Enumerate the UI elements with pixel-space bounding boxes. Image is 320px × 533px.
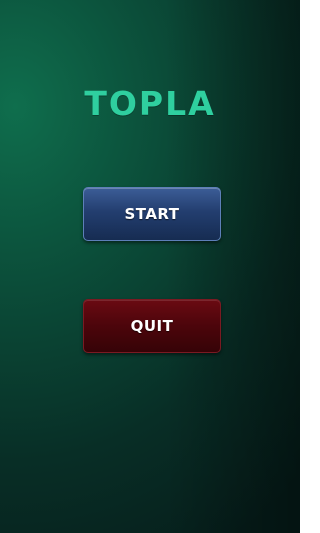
main-menu-screen: TOPLA START QUIT <box>0 0 300 533</box>
quit-button-label: QUIT <box>130 317 174 335</box>
quit-button[interactable]: QUIT <box>83 299 221 353</box>
game-title: TOPLA <box>84 84 216 123</box>
start-button-label: START <box>124 205 180 223</box>
background-vignette <box>0 0 300 533</box>
start-button[interactable]: START <box>83 187 221 241</box>
